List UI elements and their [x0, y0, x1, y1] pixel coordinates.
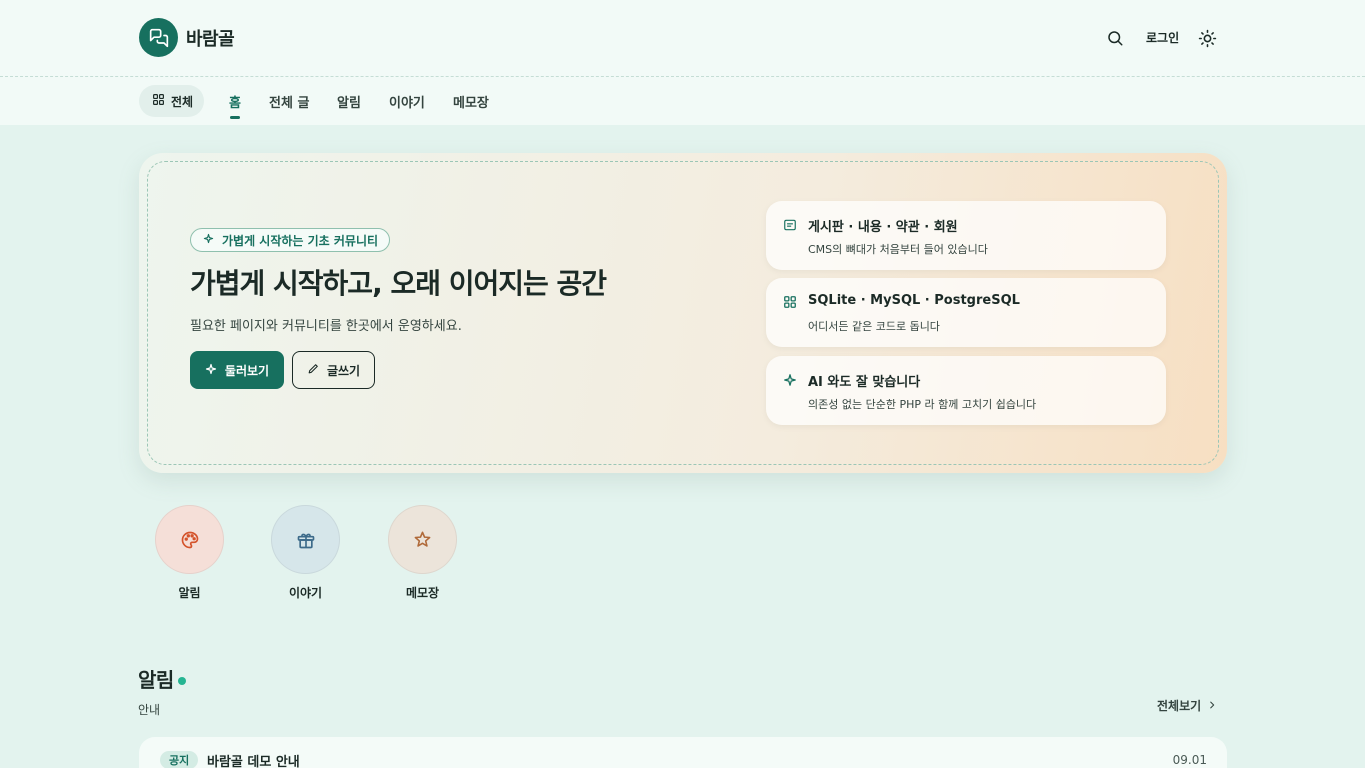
tab-all-posts[interactable]: 전체 글: [269, 92, 309, 111]
login-link[interactable]: 로그인: [1146, 29, 1179, 46]
main-nav: 전체 홈 전체 글 알림 이야기 메모장: [0, 77, 1365, 125]
tab-home[interactable]: 홈: [229, 92, 241, 111]
see-all-label: 전체보기: [1157, 699, 1202, 713]
quick-link-notices[interactable]: 알림: [155, 505, 224, 601]
quick-link-label: 이야기: [288, 586, 323, 600]
write-button-label: 글쓰기: [326, 363, 361, 378]
feature-desc: CMS의 뼈대가 처음부터 들어 있습니다: [808, 243, 988, 256]
hero-banner: 가볍게 시작하는 기초 커뮤니티 가볍게 시작하고, 오래 이어지는 공간 필요…: [139, 153, 1227, 473]
feature-title: 게시판 · 내용 · 약관 · 회원: [808, 220, 958, 235]
section-subtitle: 안내: [138, 703, 161, 717]
feature-desc: 의존성 없는 단순한 PHP 라 함께 고치기 쉽습니다: [808, 398, 1037, 411]
post-date: 09.01: [1172, 753, 1207, 767]
pencil-icon: [307, 362, 320, 378]
sparkle-icon: [782, 372, 798, 388]
feature-title: SQLite · MySQL · PostgreSQL: [808, 293, 1020, 308]
tab-stories[interactable]: 이야기: [389, 92, 425, 111]
hero-badge: 가볍게 시작하는 기초 커뮤니티: [190, 228, 391, 252]
quick-link-label: 알림: [178, 586, 201, 600]
write-button[interactable]: 글쓰기: [292, 351, 375, 389]
feature-title: AI 와도 잘 맞습니다: [808, 375, 921, 390]
chat-bubbles-icon[interactable]: [139, 18, 178, 57]
quick-link-memo[interactable]: 메모장: [388, 505, 457, 601]
search-icon[interactable]: [1105, 28, 1125, 48]
hero-title: 가볍게 시작하고, 오래 이어지는 공간: [190, 267, 607, 300]
gift-icon: [271, 505, 340, 574]
grid-icon: [152, 93, 165, 109]
browse-button-label: 둘러보기: [224, 363, 270, 378]
post-list-item[interactable]: 공지 바람골 데모 안내 09.01: [139, 737, 1227, 768]
hero-subtitle: 필요한 페이지와 커뮤니티를 한곳에서 운영하세요.: [190, 319, 462, 334]
grid-icon: [782, 294, 798, 310]
tab-memo[interactable]: 메모장: [453, 92, 489, 111]
post-title[interactable]: 바람골 데모 안내: [207, 751, 300, 768]
section-dot: [178, 677, 186, 685]
section-title: 알림: [138, 668, 174, 692]
board-icon: [782, 217, 798, 233]
top-bar: 바람골 로그인: [0, 0, 1365, 77]
star-icon: [388, 505, 457, 574]
sparkle-icon: [205, 363, 217, 378]
quick-link-stories[interactable]: 이야기: [271, 505, 340, 601]
post-badge: 공지: [160, 751, 199, 768]
active-tab-indicator: [230, 116, 240, 119]
feature-desc: 어디서든 같은 코드로 돕니다: [808, 320, 940, 333]
nav-all-label: 전체: [171, 94, 194, 109]
sparkle-icon: [203, 233, 214, 247]
hero-badge-label: 가볍게 시작하는 기초 커뮤니티: [222, 233, 379, 248]
feature-card: 게시판 · 내용 · 약관 · 회원 CMS의 뼈대가 처음부터 들어 있습니다: [766, 201, 1166, 270]
feature-card: SQLite · MySQL · PostgreSQL 어디서든 같은 코드로 …: [766, 278, 1166, 347]
nav-all-button[interactable]: 전체: [139, 85, 204, 117]
tab-notices[interactable]: 알림: [337, 92, 361, 111]
sun-icon[interactable]: [1197, 28, 1217, 48]
brand-name[interactable]: 바람골: [186, 25, 235, 51]
browse-button[interactable]: 둘러보기: [190, 351, 284, 389]
palette-icon: [155, 505, 224, 574]
feature-card: AI 와도 잘 맞습니다 의존성 없는 단순한 PHP 라 함께 고치기 쉽습니…: [766, 356, 1166, 425]
quick-link-label: 메모장: [405, 586, 440, 600]
chevron-right-icon: [1207, 699, 1217, 713]
see-all-link[interactable]: 전체보기: [1157, 697, 1217, 714]
